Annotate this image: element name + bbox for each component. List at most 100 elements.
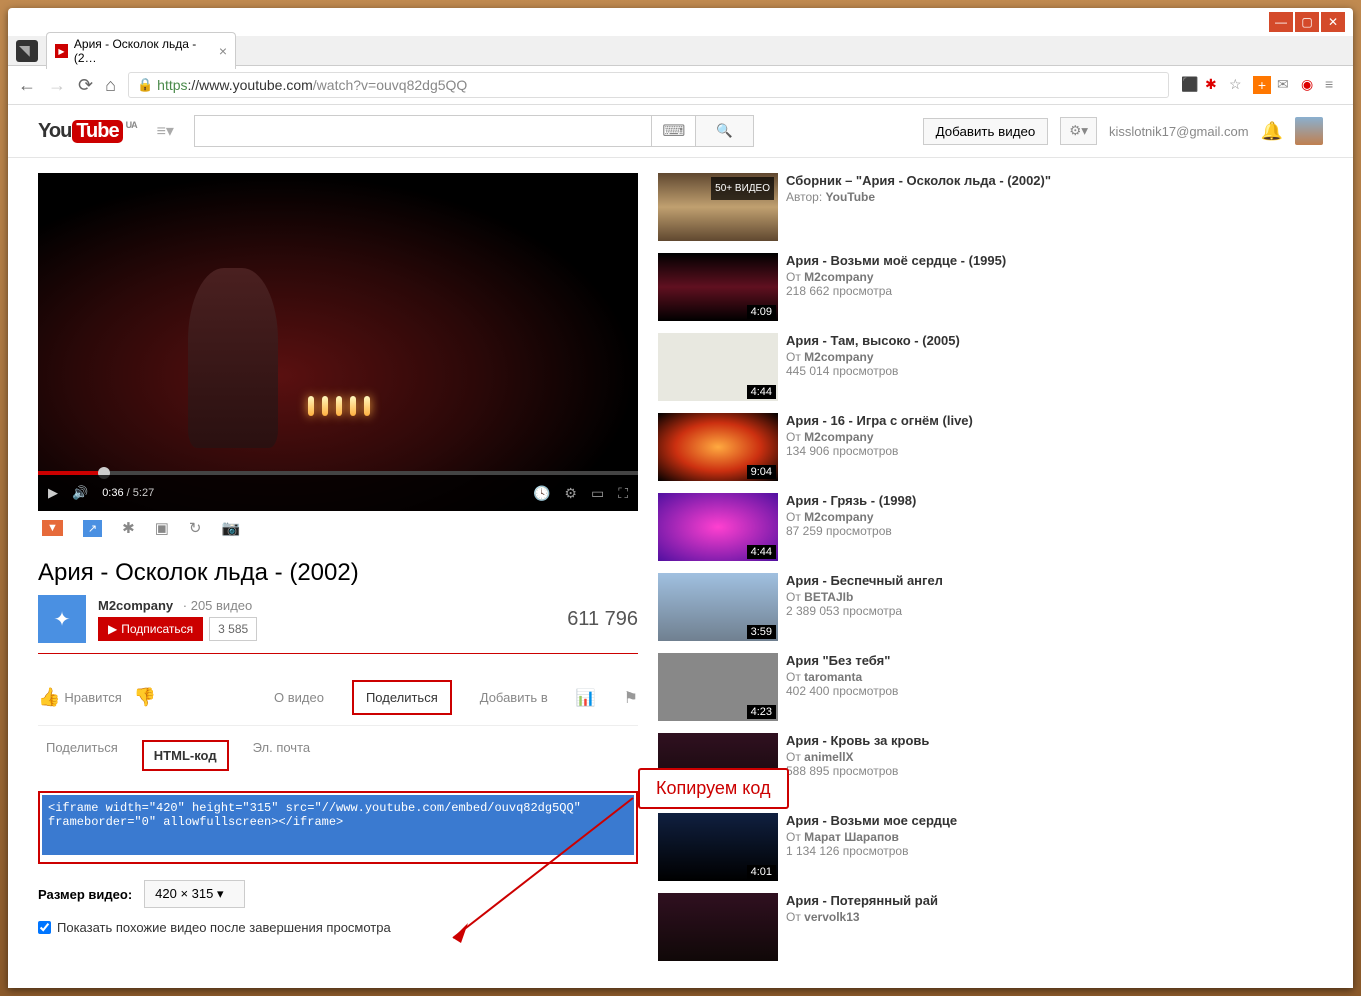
related-thumbnail: 4:44 bbox=[658, 493, 778, 561]
subscribe-button[interactable]: ▶ Подписаться bbox=[98, 617, 203, 641]
related-author: От vervolk13 bbox=[786, 910, 938, 924]
youtube-logo[interactable]: YouTubeUA bbox=[38, 120, 137, 143]
show-related-checkbox[interactable] bbox=[38, 921, 51, 934]
upload-button[interactable]: Добавить видео bbox=[923, 118, 1049, 145]
profile-icon[interactable] bbox=[16, 40, 38, 62]
related-item[interactable]: 4:01Ария - Возьми мое сердцеОт Марат Шар… bbox=[658, 813, 1078, 881]
url-scheme: https bbox=[157, 77, 187, 93]
address-bar[interactable]: 🔒 https://www.youtube.com/watch?v=ouvq82… bbox=[128, 72, 1169, 98]
thumbs-up-icon: 👍 bbox=[38, 687, 60, 708]
play-icon[interactable]: ▶ bbox=[48, 485, 58, 501]
settings-icon[interactable]: ⚙ bbox=[564, 485, 577, 502]
duration-badge: 4:44 bbox=[747, 385, 776, 399]
related-title: Ария - Возьми моё сердце - (1995) bbox=[786, 253, 1006, 268]
mail-icon[interactable]: ✉ bbox=[1277, 76, 1295, 94]
size-row: Размер видео: 420 × 315 ▾ bbox=[38, 880, 638, 908]
forward-button[interactable]: → bbox=[48, 75, 66, 96]
related-views: 1 134 126 просмотров bbox=[786, 844, 957, 858]
related-views: 402 400 просмотров bbox=[786, 684, 898, 698]
playlist-badge: 50+ ВИДЕО bbox=[711, 177, 774, 200]
share-link-tab[interactable]: Поделиться bbox=[46, 740, 118, 771]
related-item[interactable]: 4:23Ария "Без тебя"От taromanta402 400 п… bbox=[658, 653, 1078, 721]
like-button[interactable]: 👍 Нравится bbox=[38, 687, 122, 708]
related-item[interactable]: 50+ ВИДЕОСборник – "Ария - Осколок льда … bbox=[658, 173, 1078, 241]
video-player[interactable]: ▶ 🔊 0:36 / 5:27 🕓 ⚙ ▭ ⛶ bbox=[38, 173, 638, 511]
bookmark-icon[interactable]: ☆ bbox=[1229, 76, 1247, 94]
related-thumbnail: 4:23 bbox=[658, 653, 778, 721]
reload-button[interactable]: ⟳ bbox=[78, 75, 93, 96]
user-email: kisslotnik17@gmail.com bbox=[1109, 124, 1249, 139]
embed-textarea[interactable] bbox=[42, 795, 634, 855]
related-item[interactable]: 4:09Ария - Возьми моё сердце - (1995)От … bbox=[658, 253, 1078, 321]
thumbs-down-icon[interactable]: 👎 bbox=[134, 687, 156, 708]
keyboard-icon[interactable]: ⌨ bbox=[652, 115, 696, 147]
tab-bar: ▶ Ария - Осколок льда - (2… × bbox=[8, 36, 1353, 66]
search-form: ⌨ 🔍 bbox=[194, 115, 754, 147]
volume-icon[interactable]: 🔊 bbox=[72, 485, 88, 501]
channel-name[interactable]: M2company bbox=[98, 598, 173, 613]
html-code-tab[interactable]: HTML-код bbox=[142, 740, 229, 771]
browser-tab[interactable]: ▶ Ария - Осколок льда - (2… × bbox=[46, 32, 236, 69]
fullscreen-icon[interactable]: ⛶ bbox=[618, 485, 628, 502]
size-select[interactable]: 420 × 315 ▾ bbox=[144, 880, 244, 908]
ext-action-icon[interactable]: ↗ bbox=[83, 520, 102, 537]
user-avatar[interactable] bbox=[1295, 117, 1323, 145]
stats-icon[interactable]: 📊 bbox=[576, 688, 596, 708]
guide-menu-icon[interactable]: ≡▾ bbox=[157, 121, 174, 141]
search-input[interactable] bbox=[194, 115, 652, 147]
add-to-tab[interactable]: Добавить в bbox=[480, 690, 548, 705]
close-button[interactable]: ✕ bbox=[1321, 12, 1345, 32]
related-item[interactable]: Ария - Потерянный райОт vervolk13 bbox=[658, 893, 1078, 961]
related-title: Ария "Без тебя" bbox=[786, 653, 898, 668]
main-column: ▶ 🔊 0:36 / 5:27 🕓 ⚙ ▭ ⛶ ▼ ↗ ✱ bbox=[38, 173, 638, 973]
duration-badge: 4:44 bbox=[747, 545, 776, 559]
extension-icon[interactable]: ⬛ bbox=[1181, 76, 1199, 94]
extension-icon[interactable]: + bbox=[1253, 76, 1271, 94]
time-display: 0:36 / 5:27 bbox=[102, 487, 154, 499]
browser-toolbar: ← → ⟳ ⌂ 🔒 https://www.youtube.com/watch?… bbox=[8, 66, 1353, 105]
menu-icon[interactable]: ≡ bbox=[1325, 76, 1343, 94]
related-title: Ария - Кровь за кровь bbox=[786, 733, 929, 748]
video-title: Ария - Осколок льда - (2002) bbox=[38, 559, 638, 587]
extension-icon[interactable]: ◉ bbox=[1301, 76, 1319, 94]
repeat-icon[interactable]: ↻ bbox=[189, 519, 202, 537]
search-button[interactable]: 🔍 bbox=[696, 115, 754, 147]
camera-icon[interactable]: 📷 bbox=[221, 519, 240, 537]
theater-icon[interactable]: ▭ bbox=[591, 485, 604, 502]
url-domain: ://www.youtube.com bbox=[188, 77, 313, 93]
notifications-icon[interactable]: 🔔 bbox=[1261, 121, 1283, 142]
tab-close-icon[interactable]: × bbox=[219, 43, 227, 59]
home-button[interactable]: ⌂ bbox=[105, 75, 116, 96]
url-path: /watch?v=ouvq82dg5QQ bbox=[313, 77, 468, 93]
ext-action-icon[interactable]: ▼ bbox=[42, 520, 63, 536]
related-author: Автор: YouTube bbox=[786, 190, 1051, 204]
settings-button[interactable]: ⚙▾ bbox=[1060, 117, 1097, 145]
about-tab[interactable]: О видео bbox=[274, 690, 324, 705]
flag-icon[interactable]: ⚑ bbox=[624, 688, 638, 708]
share-tab[interactable]: Поделиться bbox=[352, 680, 452, 715]
action-bar: ▼ ↗ ✱ ▣ ↻ 📷 bbox=[38, 511, 638, 545]
minimize-button[interactable]: — bbox=[1269, 12, 1293, 32]
page-content: ▶ 🔊 0:36 / 5:27 🕓 ⚙ ▭ ⛶ ▼ ↗ ✱ bbox=[8, 158, 1353, 988]
related-views: 218 662 просмотра bbox=[786, 284, 1006, 298]
related-thumbnail: 9:04 bbox=[658, 413, 778, 481]
light-icon[interactable]: ▣ bbox=[155, 519, 169, 537]
related-author: От M2company bbox=[786, 270, 1006, 284]
related-author: От Марат Шарапов bbox=[786, 830, 957, 844]
video-count: · 205 видео bbox=[183, 598, 252, 613]
maximize-button[interactable]: ▢ bbox=[1295, 12, 1319, 32]
related-item[interactable]: 4:44Ария - Там, высоко - (2005)От M2comp… bbox=[658, 333, 1078, 401]
related-item[interactable]: 3:59Ария - Беспечный ангелОт BETAJIb2 38… bbox=[658, 573, 1078, 641]
gear-icon[interactable]: ✱ bbox=[122, 519, 135, 537]
watch-later-icon[interactable]: 🕓 bbox=[533, 485, 550, 502]
duration-badge: 9:04 bbox=[747, 465, 776, 479]
related-item[interactable]: 4:44Ария - Грязь - (1998)От M2company87 … bbox=[658, 493, 1078, 561]
related-item[interactable]: 9:04Ария - 16 - Игра с огнём (live)От M2… bbox=[658, 413, 1078, 481]
email-tab[interactable]: Эл. почта bbox=[253, 740, 311, 771]
back-button[interactable]: ← bbox=[18, 75, 36, 96]
tab-title: Ария - Осколок льда - (2… bbox=[74, 37, 211, 65]
duration-badge: 4:23 bbox=[747, 705, 776, 719]
extension-icon[interactable]: ✱ bbox=[1205, 76, 1223, 94]
watermark: SOFT ◎ BASE bbox=[1253, 958, 1349, 971]
channel-avatar[interactable]: ✦ bbox=[38, 595, 86, 643]
